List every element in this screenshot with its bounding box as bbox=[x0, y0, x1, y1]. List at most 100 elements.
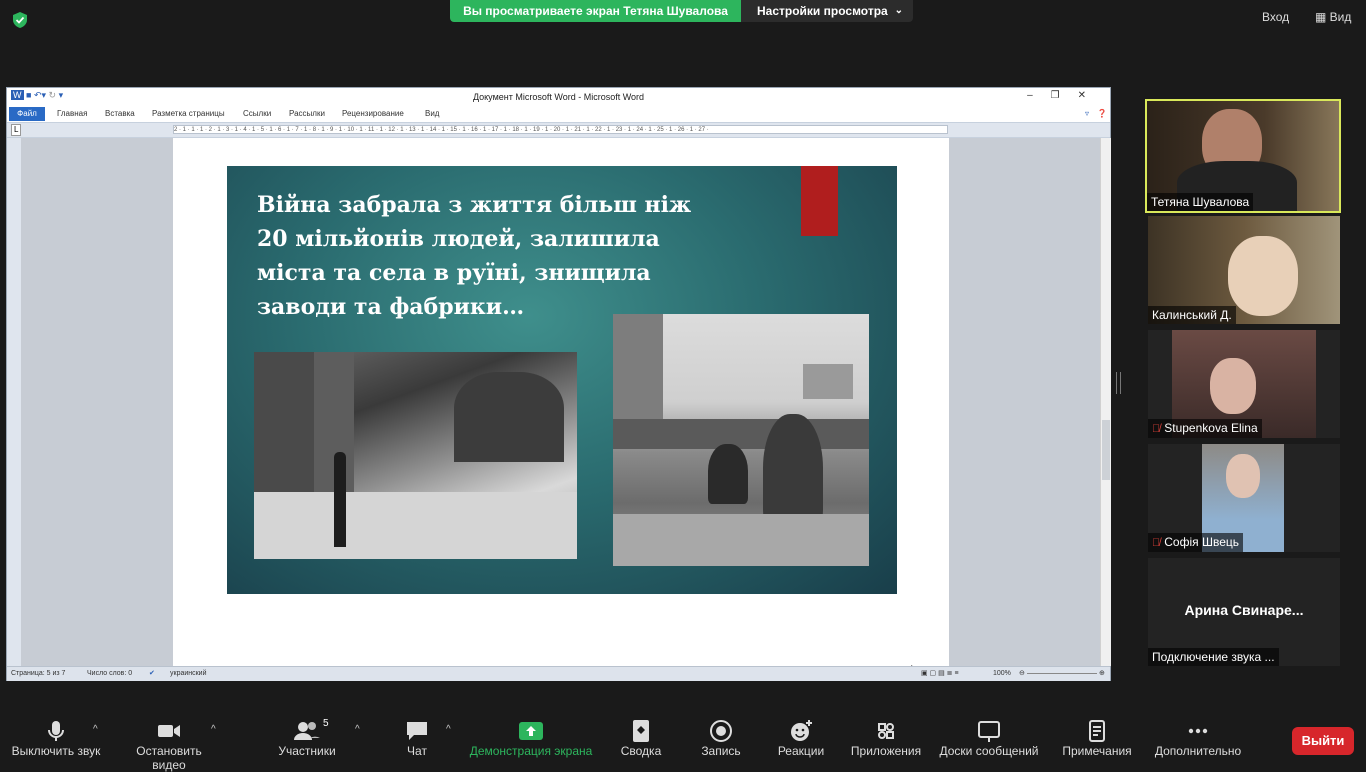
document-canvas: Війна забрала з життя більш ніж 20 мільй… bbox=[7, 138, 1100, 677]
zoom-level[interactable]: 100% bbox=[993, 667, 1011, 681]
ribbon-expand-icon[interactable]: ▿ bbox=[1085, 106, 1089, 122]
screen-share-banner: Вы просматриваете экран Тетяна Шувалова bbox=[450, 0, 741, 22]
tab-review[interactable]: Рецензирование bbox=[342, 106, 404, 122]
close-icon[interactable]: ✕ bbox=[1078, 90, 1104, 101]
zoom-out-icon[interactable]: ⊖ bbox=[1019, 667, 1025, 681]
summary-label: Сводка bbox=[620, 744, 662, 758]
mute-button[interactable]: Выключить звук bbox=[10, 718, 102, 758]
scrollbar-thumb[interactable] bbox=[1102, 420, 1110, 480]
apps-label: Приложения bbox=[850, 744, 922, 758]
word-title: Документ Microsoft Word - Microsoft Word bbox=[472, 92, 645, 102]
window-controls[interactable]: –❐✕ bbox=[1027, 90, 1104, 101]
participants-count: 5 bbox=[323, 718, 329, 729]
leave-meeting-button[interactable]: Выйти bbox=[1292, 727, 1354, 755]
view-settings-button[interactable]: Настройки просмотра ⌄ bbox=[741, 0, 913, 22]
share-screen-label: Демонстрация экрана bbox=[469, 744, 593, 758]
video-options-caret-icon[interactable]: ^ bbox=[211, 724, 216, 735]
document-page[interactable]: Війна забрала з життя більш ніж 20 мільй… bbox=[173, 138, 949, 666]
quick-access-toolbar[interactable]: W ■ ↶▾ ↻ ▾ bbox=[11, 90, 63, 101]
ruined-street-photo bbox=[254, 352, 577, 559]
more-button[interactable]: Дополнительно bbox=[1152, 718, 1244, 758]
participant-name: 🎙̸ Stupenkova Elina bbox=[1148, 419, 1262, 438]
mute-label: Выключить звук bbox=[11, 744, 101, 758]
status-language[interactable]: украинский bbox=[170, 667, 207, 681]
reactions-icon bbox=[791, 720, 812, 741]
status-words[interactable]: Число слов: 0 bbox=[87, 667, 132, 681]
notes-button[interactable]: Примечания bbox=[1060, 718, 1134, 758]
children-in-ruins-photo bbox=[613, 314, 869, 566]
word-status-bar: Страница: 5 из 7 Число слов: 0 ✔ украинс… bbox=[7, 666, 1110, 681]
horizontal-ruler[interactable]: 2 · 1 · 1 · 1 · 2 · 1 · 3 · 1 · 4 · 1 · … bbox=[173, 125, 948, 134]
word-logo-icon: W bbox=[11, 90, 24, 100]
summary-button[interactable]: Сводка bbox=[616, 718, 666, 758]
tab-insert[interactable]: Вставка bbox=[105, 106, 135, 122]
reactions-button[interactable]: Реакции bbox=[774, 718, 828, 758]
tab-stop-selector[interactable]: L bbox=[11, 124, 22, 136]
login-button[interactable]: Вход bbox=[1262, 10, 1289, 24]
zoom-in-icon[interactable]: ⊕ bbox=[1099, 667, 1105, 681]
share-screen-button[interactable]: Демонстрация экрана bbox=[466, 718, 596, 758]
chat-icon bbox=[407, 722, 427, 740]
chevron-down-icon: ⌄ bbox=[894, 5, 903, 16]
view-mode-icons[interactable]: ▣ ▢ ▤ ≣ ≡ bbox=[921, 667, 959, 681]
record-button[interactable]: Запись bbox=[698, 718, 744, 758]
tab-file[interactable]: Файл bbox=[9, 107, 45, 121]
word-window: Документ Microsoft Word - Microsoft Word… bbox=[6, 87, 1111, 681]
save-icon[interactable]: ■ bbox=[26, 90, 34, 100]
minimize-icon[interactable]: – bbox=[1027, 90, 1051, 101]
video-tile-arina[interactable]: Арина Свинаре... Подключение звука ... bbox=[1148, 558, 1340, 666]
whiteboards-button[interactable]: Доски сообщений bbox=[938, 718, 1040, 758]
tab-page-layout[interactable]: Разметка страницы bbox=[152, 106, 225, 122]
tab-home[interactable]: Главная bbox=[57, 106, 87, 122]
meeting-toolbar: Выключить звук ^ Остановить видео ^ 5 Уч… bbox=[0, 706, 1366, 772]
view-button[interactable]: ▦ Вид bbox=[1315, 10, 1351, 24]
mic-muted-icon: 🎙̸ bbox=[1152, 423, 1161, 435]
summary-icon bbox=[633, 720, 649, 742]
help-icon[interactable]: ❓ bbox=[1097, 106, 1107, 122]
ruler-numbers: 2 · 1 · 1 · 1 · 2 · 1 · 3 · 1 · 4 · 1 · … bbox=[174, 127, 709, 133]
apps-icon bbox=[878, 723, 894, 739]
chat-caret-icon[interactable]: ^ bbox=[446, 724, 451, 735]
vertical-scrollbar[interactable] bbox=[1100, 138, 1111, 666]
ruler-row: L 2 · 1 · 1 · 1 · 2 · 1 · 3 · 1 · 4 · 1 … bbox=[7, 123, 1110, 138]
slide-red-accent bbox=[801, 166, 838, 236]
video-tile-shuvalova[interactable]: Тетяна Шувалова bbox=[1145, 99, 1341, 213]
restore-icon[interactable]: ❐ bbox=[1051, 90, 1078, 101]
chat-button[interactable]: Чат bbox=[398, 718, 436, 758]
vertical-ruler[interactable] bbox=[7, 138, 21, 666]
participants-button[interactable]: 5 Участники bbox=[272, 718, 342, 758]
slide-image: Війна забрала з життя більш ніж 20 мільй… bbox=[227, 166, 897, 594]
more-label: Дополнительно bbox=[1154, 744, 1242, 758]
participant-display-name: Арина Свинаре... bbox=[1184, 602, 1304, 618]
notes-label: Примечания bbox=[1062, 744, 1132, 758]
tab-view[interactable]: Вид bbox=[425, 106, 439, 122]
microphone-icon bbox=[48, 721, 64, 741]
zoom-slider[interactable] bbox=[1027, 673, 1097, 674]
participant-name: Тетяна Шувалова bbox=[1147, 193, 1254, 211]
participants-icon bbox=[294, 722, 320, 740]
spelling-icon[interactable]: ✔ bbox=[149, 667, 155, 681]
tab-mailings[interactable]: Рассылки bbox=[289, 106, 325, 122]
video-tile-stupenkova[interactable]: 🎙̸ Stupenkova Elina bbox=[1148, 330, 1340, 438]
panel-splitter[interactable] bbox=[1116, 372, 1121, 394]
video-camera-icon bbox=[158, 725, 180, 737]
tab-references[interactable]: Ссылки bbox=[243, 106, 271, 122]
record-label: Запись bbox=[701, 744, 741, 758]
slide-heading: Війна забрала з життя більш ніж 20 мільй… bbox=[257, 192, 692, 320]
stop-video-button[interactable]: Остановить видео bbox=[118, 718, 220, 772]
view-settings-label: Настройки просмотра bbox=[757, 4, 888, 18]
redo-icon[interactable]: ↻ bbox=[49, 90, 59, 100]
more-dots-icon bbox=[1188, 728, 1208, 734]
notes-icon bbox=[1089, 720, 1105, 742]
video-tile-kalinsky[interactable]: Калинський Д. bbox=[1148, 216, 1340, 324]
status-page[interactable]: Страница: 5 из 7 bbox=[11, 667, 65, 681]
undo-icon[interactable]: ↶▾ bbox=[34, 90, 46, 100]
whiteboards-label: Доски сообщений bbox=[939, 744, 1039, 758]
audio-options-caret-icon[interactable]: ^ bbox=[93, 724, 98, 735]
security-shield-icon[interactable] bbox=[11, 11, 29, 29]
word-title-bar: Документ Microsoft Word - Microsoft Word bbox=[7, 88, 1110, 106]
participants-caret-icon[interactable]: ^ bbox=[355, 724, 360, 735]
customize-icon[interactable]: ▾ bbox=[59, 90, 64, 100]
video-tile-shvets[interactable]: 🎙̸ Софія Швець bbox=[1148, 444, 1340, 552]
apps-button[interactable]: Приложения bbox=[848, 718, 924, 758]
